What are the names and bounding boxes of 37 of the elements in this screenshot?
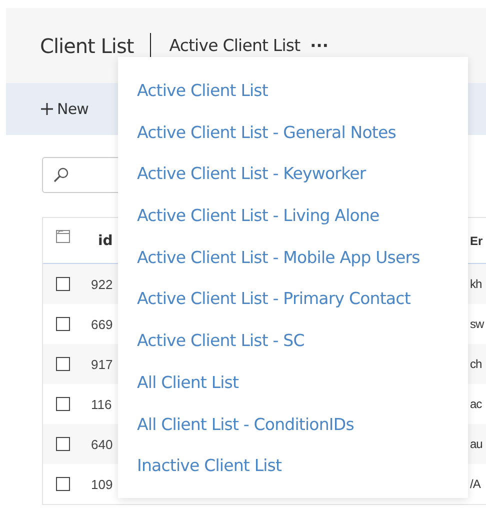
menu-item[interactable]: Active Client List - General Notes [137,112,468,154]
table-cell: 669 [91,316,113,332]
row-checkbox[interactable] [56,397,70,411]
table-cell-text: sw [470,317,486,331]
column-chooser-icon[interactable] [56,230,70,243]
row-checkbox[interactable] [56,317,70,331]
menu-item[interactable]: Active Client List - Keyworker [137,154,468,196]
menu-item[interactable]: Active Client List - Living Alone [137,196,468,238]
row-checkbox[interactable] [56,477,70,491]
menu-item[interactable]: All Client List - ConditionIDs [137,404,468,446]
table-cell: 109 [91,476,113,492]
menu-item[interactable]: Active Client List - SC [137,321,468,363]
table-cell: 917 [91,356,113,372]
new-button[interactable]: New [38,100,91,118]
menu-item[interactable]: Inactive Client List [137,446,468,488]
row-checkbox[interactable] [56,357,70,371]
search-icon [53,167,69,183]
table-cell: 922 [91,276,113,292]
menu-item[interactable]: Active Client List [137,71,468,113]
table-cell-text: /A [470,477,482,491]
column-header[interactable]: id [98,232,113,248]
view-selector[interactable]: Active Client List [169,36,300,55]
menu-item[interactable]: Active Client List - Primary Contact [137,279,468,322]
table-cell: 116 [91,396,112,412]
page-title: Client List [40,34,134,58]
column-header[interactable]: Er [470,234,486,248]
table-cell-text: ac [470,397,483,411]
table-cell: 640 [91,436,113,452]
row-checkbox[interactable] [56,437,70,451]
menu-item[interactable]: Active Client List - Mobile App Users [137,238,468,280]
menu-item[interactable]: All Client List [137,362,468,404]
more-button[interactable]: ··· [310,36,328,55]
table-cell-text: au [470,437,484,451]
table-cell-text: kh [470,277,483,291]
row-checkbox[interactable] [56,277,70,291]
plus-icon [40,102,54,116]
table-cell-text: ch [470,357,483,371]
